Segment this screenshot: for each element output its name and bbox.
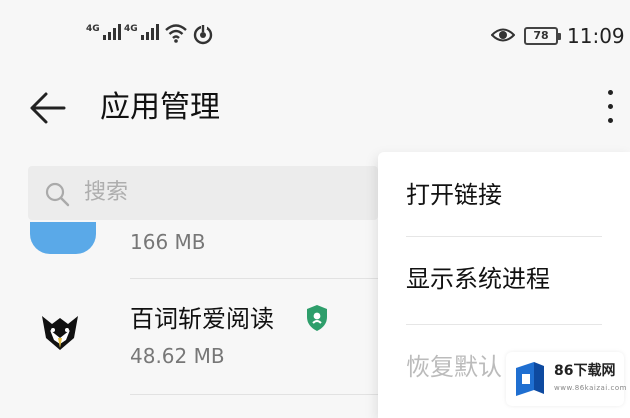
menu-item-restore-defaults[interactable]: 恢复默认 (406, 352, 502, 382)
app-list: 166 MB 百词斩爱阅读 48.62 MB (0, 222, 380, 418)
watermark-url: www.86kaizai.com (554, 384, 627, 392)
app-size: 166 MB (130, 230, 206, 254)
list-divider (130, 278, 380, 279)
status-time: 11:09 (567, 24, 625, 48)
status-bar: 4G 4G 78 11:09 (0, 0, 630, 72)
search-input[interactable]: 搜索 (28, 166, 378, 220)
book-fox-icon (42, 316, 78, 350)
list-divider (130, 394, 380, 395)
site-watermark: 86下载网 www.86kaizai.com (506, 352, 627, 406)
search-icon (45, 182, 70, 207)
watermark-logo-icon (516, 362, 544, 396)
app-bar: 应用管理 (0, 72, 630, 152)
eye-comfort-icon (491, 28, 515, 42)
app-name: 百词斩爱阅读 (130, 305, 274, 333)
back-arrow-icon[interactable] (26, 86, 70, 130)
menu-item-show-system-processes[interactable]: 显示系统进程 (406, 264, 550, 294)
wifi-icon (165, 24, 187, 43)
hotspot-icon (193, 24, 213, 45)
search-placeholder: 搜索 (84, 180, 129, 205)
shield-check-icon (307, 305, 327, 331)
menu-divider (406, 236, 602, 237)
menu-item-open-links[interactable]: 打开链接 (406, 180, 502, 210)
signal-strength-icon-sim2: 4G (124, 24, 159, 40)
page-title: 应用管理 (100, 90, 220, 125)
more-options-icon[interactable] (596, 86, 624, 130)
watermark-brand: 86下载网 (554, 363, 616, 379)
menu-divider (406, 324, 602, 325)
app-size: 48.62 MB (130, 344, 225, 368)
blue-app-icon (30, 222, 96, 254)
signal-strength-icon-sim1: 4G (86, 24, 121, 40)
battery-icon: 78 (524, 27, 561, 45)
